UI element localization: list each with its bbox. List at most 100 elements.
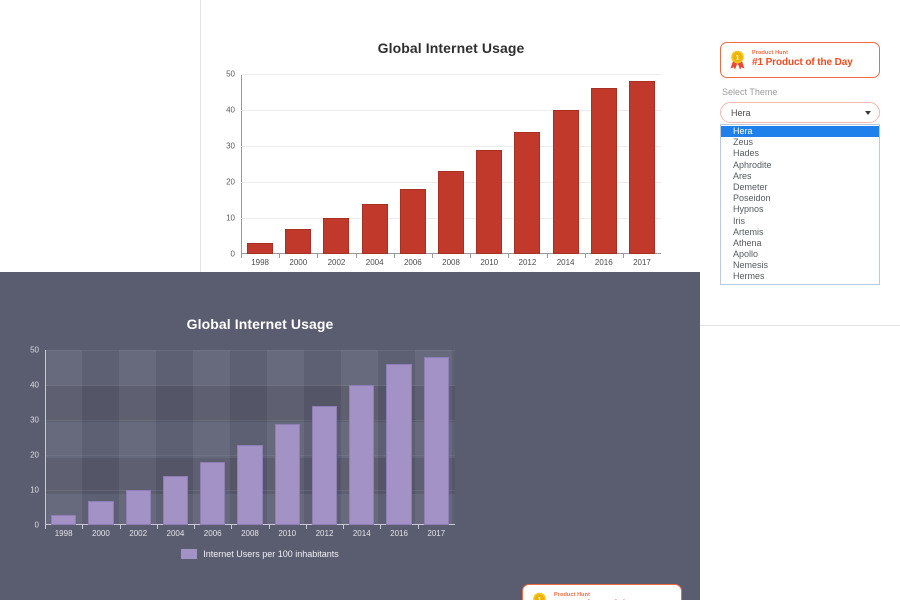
x-axis-tick-label: 1998 <box>54 529 73 538</box>
bar[interactable] <box>200 462 226 525</box>
theme-option[interactable]: Athena <box>721 238 879 249</box>
theme-option[interactable]: Aphrodite <box>721 160 879 171</box>
bar[interactable] <box>274 423 300 525</box>
bar[interactable] <box>237 444 263 525</box>
x-axis-tick-label: 2012 <box>315 529 334 538</box>
y-axis-tick-label: 10 <box>30 485 39 495</box>
theme-option[interactable]: Hermes <box>721 271 879 282</box>
x-axis-tick-label: 2016 <box>594 258 613 267</box>
x-axis-labels: 1998 2000 2002 2004 2006 2008 2010 2012 2014 2016… <box>45 525 455 538</box>
dark-plot-area: 0 10 20 30 40 50 1998 2000 2002 2004 2006 2008 2010… <box>30 346 455 538</box>
bar-slot <box>508 74 546 254</box>
dark-theme-sidebar: 1 Product Hunt #1 Product of the Day Sel… <box>522 584 682 600</box>
theme-option[interactable]: Demeter <box>721 182 879 193</box>
bar-slot <box>241 74 279 254</box>
theme-option[interactable]: Nemesis <box>721 260 879 271</box>
x-axis-tick-label: 2016 <box>390 529 408 538</box>
bar[interactable] <box>361 203 388 254</box>
bar[interactable] <box>590 88 617 254</box>
theme-option[interactable]: Iris <box>721 216 879 227</box>
bar[interactable] <box>423 357 449 525</box>
x-axis-tick-label: 2014 <box>556 258 575 267</box>
legend-label: Internet Users per 100 inhabitants <box>203 549 339 559</box>
theme-option[interactable]: Artemis <box>721 227 879 238</box>
theme-option[interactable]: Hera <box>721 126 879 138</box>
x-axis-tick-label: 2006 <box>203 529 222 538</box>
theme-option[interactable]: Apollo <box>721 249 879 260</box>
y-axis-tick-label: 40 <box>30 380 39 390</box>
chart-legend: Internet Users per 100 inhabitants <box>0 549 520 559</box>
product-hunt-badge[interactable]: 1 Product Hunt #1 Product of the Day <box>720 42 880 78</box>
theme-option[interactable]: Zeus <box>721 137 879 148</box>
chevron-down-icon <box>865 110 871 115</box>
chart-title: Global Internet Usage <box>186 316 334 332</box>
bar-series <box>45 350 455 525</box>
y-axis-tick-label: 40 <box>226 105 235 115</box>
bar[interactable] <box>125 490 151 525</box>
bar[interactable] <box>552 110 579 254</box>
bar[interactable] <box>399 189 426 254</box>
bar[interactable] <box>628 81 655 254</box>
bar[interactable] <box>247 243 274 254</box>
bar-slot <box>356 74 394 254</box>
x-axis-labels: 1998 2000 2002 2004 2006 2008 2010 2012 2014 2016… <box>241 254 661 267</box>
product-hunt-badge[interactable]: 1 Product Hunt #1 Product of the Day <box>522 584 682 600</box>
y-axis-tick-label: 0 <box>230 249 235 259</box>
bar-slot <box>306 350 343 525</box>
x-axis-tick-label: 2012 <box>518 258 537 267</box>
bar-slot <box>432 74 470 254</box>
x-axis-tick-label: 2000 <box>289 258 308 267</box>
bar-slot <box>317 74 355 254</box>
bar[interactable] <box>386 364 412 525</box>
chart-title: Global Internet Usage <box>377 40 525 56</box>
bar[interactable] <box>285 228 312 254</box>
badge-text: Product Hunt #1 Product of the Day <box>554 593 655 600</box>
x-axis-tick-label: 2008 <box>241 529 259 538</box>
bar-slot <box>279 74 317 254</box>
svg-text:1: 1 <box>538 597 542 600</box>
x-axis-tick-label: 2004 <box>166 529 185 538</box>
bar-slot <box>418 350 455 525</box>
y-axis-tick-label: 0 <box>34 520 39 530</box>
x-axis-tick-label: 2010 <box>278 529 297 538</box>
theme-select[interactable]: Hera <box>720 102 880 123</box>
y-axis-tick-label: 10 <box>226 213 235 223</box>
bar-slot <box>343 350 380 525</box>
badge-text: Product Hunt #1 Product of the Day <box>752 51 853 68</box>
bar[interactable] <box>50 514 77 525</box>
bar-slot <box>380 350 417 525</box>
theme-option-list[interactable]: Hera Zeus Hades Aphrodite Ares Demeter Poseido… <box>720 124 880 285</box>
bar[interactable] <box>514 131 541 254</box>
bar-slot <box>585 74 623 254</box>
bar-slot <box>623 74 661 254</box>
theme-option[interactable]: Hypnos <box>721 204 879 215</box>
x-axis-tick-label: 1998 <box>251 258 269 267</box>
bar[interactable] <box>349 385 375 525</box>
light-theme-sidebar: 1 Product Hunt #1 Product of the Day Sel… <box>720 42 880 285</box>
bar[interactable] <box>476 149 503 254</box>
y-axis-tick-label: 50 <box>30 345 39 355</box>
bar-slot <box>231 350 268 525</box>
bar[interactable] <box>311 406 338 525</box>
light-chart-container: Global Internet Usage 0 10 20 30 40 50 1998 20… <box>201 0 701 288</box>
badge-title: #1 Product of the Day <box>752 57 853 69</box>
bar-slot <box>45 350 82 525</box>
theme-select-value: Hera <box>731 107 751 118</box>
bar-slot <box>82 350 119 525</box>
medal-icon: 1 <box>729 50 746 70</box>
y-axis-tick-label: 30 <box>30 415 39 425</box>
theme-option[interactable]: Hades <box>721 148 879 159</box>
bar-slot <box>394 74 432 254</box>
bar[interactable] <box>323 218 350 254</box>
bar-series <box>241 74 661 254</box>
theme-option[interactable]: Ares <box>721 171 879 182</box>
select-theme-label: Select Theme <box>722 87 778 97</box>
bar-slot <box>470 74 508 254</box>
x-axis-tick-label: 2006 <box>403 258 422 267</box>
bar[interactable] <box>162 476 189 525</box>
theme-option[interactable]: Poseidon <box>721 193 879 204</box>
app-stage: Global Internet Usage 0 10 20 30 40 50 1998 20… <box>0 0 900 600</box>
bar[interactable] <box>88 500 114 525</box>
bar[interactable] <box>438 171 464 254</box>
dark-chart-container: Global Internet Usage 0 10 20 30 40 50 1998 20… <box>0 300 520 590</box>
